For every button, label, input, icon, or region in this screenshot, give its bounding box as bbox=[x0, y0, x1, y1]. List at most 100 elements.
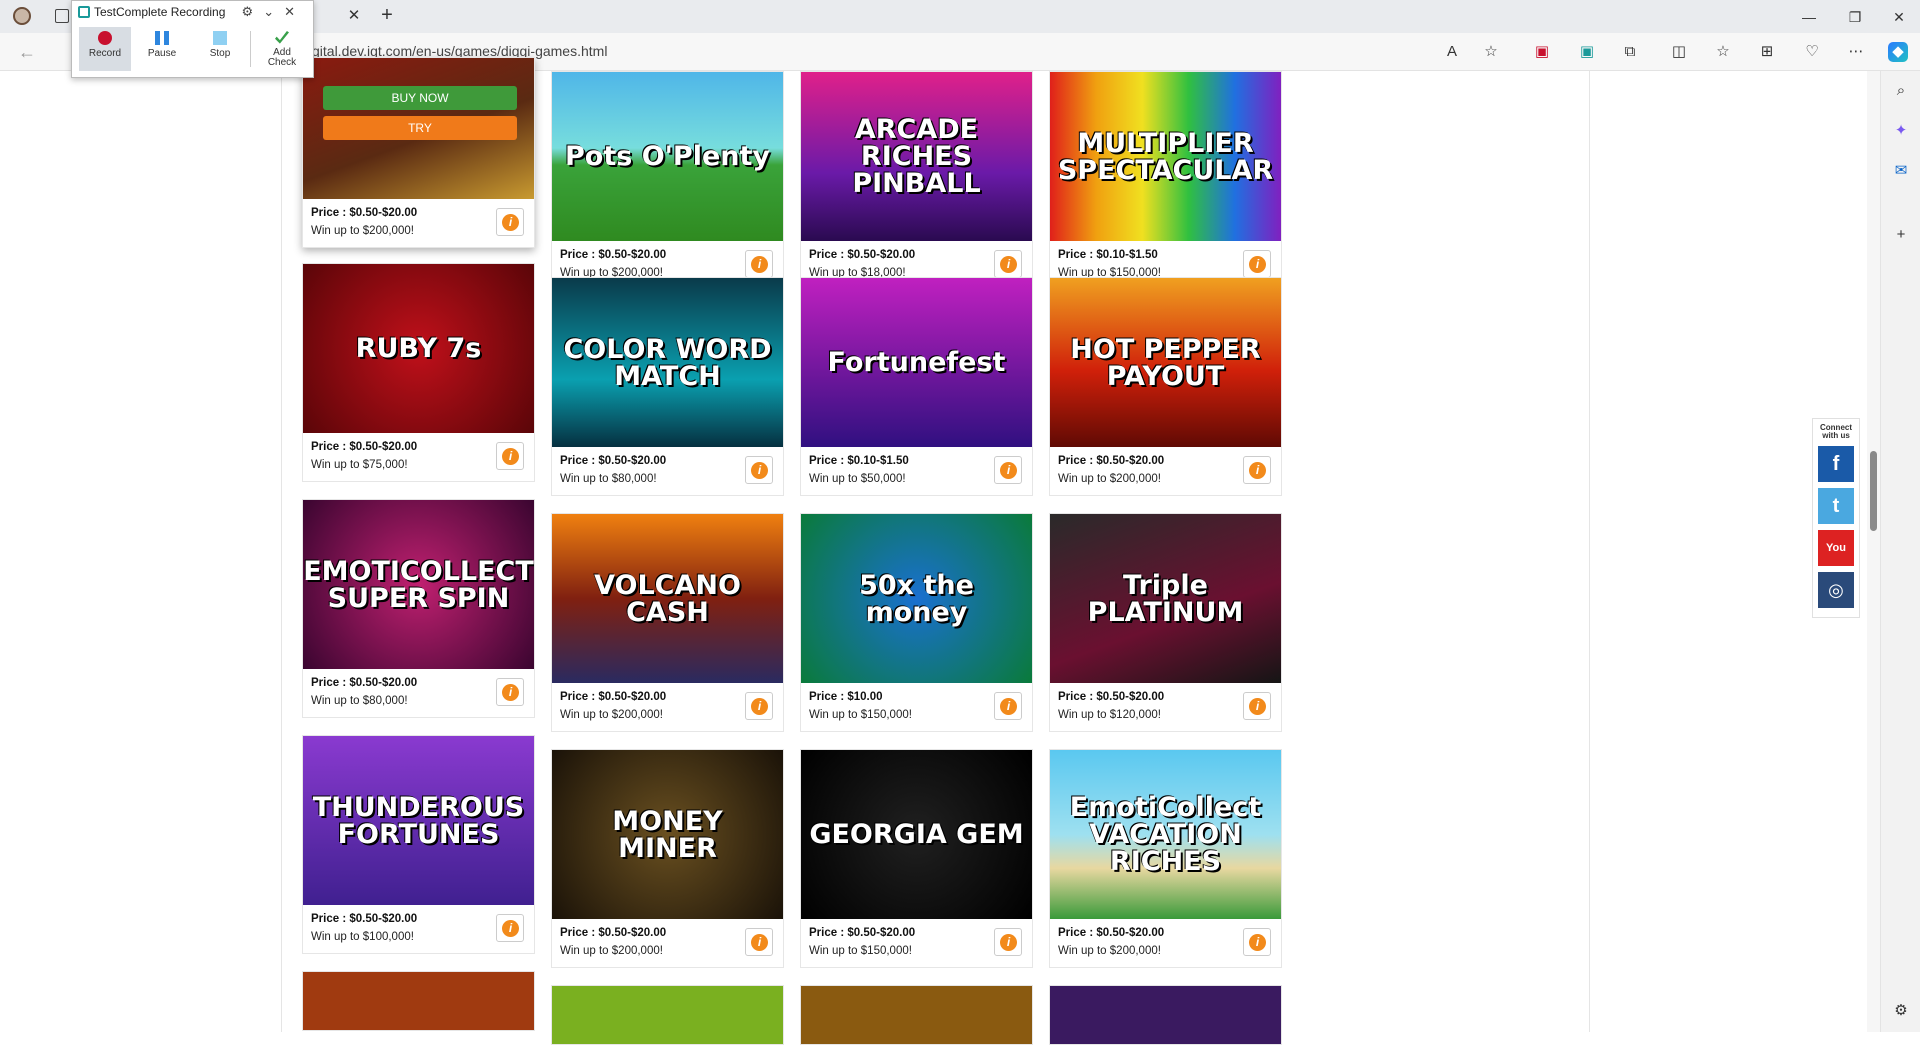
game-meta: Price : $0.50-$20.00 Win up to $75,000! bbox=[303, 433, 534, 481]
info-icon[interactable] bbox=[496, 678, 524, 706]
info-icon[interactable] bbox=[994, 928, 1022, 956]
info-icon[interactable] bbox=[496, 442, 524, 470]
game-card[interactable]: MULTIPLIER SPECTACULAR Price : $0.10-$1.5… bbox=[1049, 71, 1282, 290]
info-icon[interactable] bbox=[1243, 692, 1271, 720]
game-title: 50x the money bbox=[859, 569, 974, 628]
game-win-amount: Win up to $200,000! bbox=[560, 945, 663, 957]
scrollbar-thumb[interactable] bbox=[1870, 451, 1877, 531]
game-thumbnail[interactable]: COLOR WORD MATCH bbox=[552, 278, 783, 447]
chevron-down-icon[interactable]: ⌄ bbox=[263, 4, 284, 19]
game-card[interactable]: EmotiCollect VACATION RICHES Price : $0.5… bbox=[1049, 749, 1282, 968]
extensions-icon[interactable]: ⧉ bbox=[1620, 42, 1640, 62]
close-window-icon[interactable]: ✕ bbox=[1890, 8, 1908, 26]
add-check-button[interactable]: Add Check bbox=[256, 27, 308, 71]
game-card[interactable]: VOLCANO CASH Price : $0.50-$20.00 Win up t… bbox=[551, 513, 784, 732]
game-card[interactable]: Fortunefest Price : $0.10-$1.50 Win up to … bbox=[800, 277, 1033, 496]
game-card[interactable]: BUY NOW TRY Price : $0.50-$20.00 Win up to … bbox=[302, 57, 535, 248]
close-icon[interactable]: ✕ bbox=[284, 4, 305, 19]
game-title: THUNDEROUS FORTUNES bbox=[312, 791, 525, 850]
pause-button[interactable]: Pause bbox=[136, 27, 188, 71]
sidebar-search-icon[interactable]: ⌕ bbox=[1891, 81, 1911, 101]
game-meta: Price : $0.10-$1.50 Win up to $50,000! bbox=[801, 447, 1032, 495]
info-icon[interactable] bbox=[745, 250, 773, 278]
game-thumbnail[interactable]: HOT PEPPER PAYOUT bbox=[1050, 278, 1281, 447]
sidebar-add-icon[interactable]: + bbox=[1891, 225, 1911, 245]
twitter-icon[interactable]: t bbox=[1818, 488, 1854, 524]
sidebar-settings-icon[interactable]: ⚙ bbox=[1891, 1001, 1911, 1021]
game-card[interactable]: HOT PEPPER PAYOUT Price : $0.50-$20.00 Win… bbox=[1049, 277, 1282, 496]
sidebar-copilot-icon[interactable]: ✦ bbox=[1891, 121, 1911, 141]
game-thumbnail[interactable]: MONEY MINER bbox=[552, 750, 783, 919]
game-card[interactable]: GEORGIA GEM Price : $0.50-$20.00 Win up to… bbox=[800, 749, 1033, 968]
extension-red-icon[interactable]: ▣ bbox=[1532, 42, 1552, 62]
game-card[interactable]: COLOR WORD MATCH Price : $0.50-$20.00 Win … bbox=[551, 277, 784, 496]
info-icon[interactable] bbox=[1243, 928, 1271, 956]
game-card[interactable]: RUBY 7s Price : $0.50-$20.00 Win up to $75… bbox=[302, 263, 535, 482]
copilot-icon[interactable]: ◆ bbox=[1888, 42, 1908, 62]
stop-button[interactable]: Stop bbox=[194, 27, 246, 71]
facebook-icon[interactable]: f bbox=[1818, 446, 1854, 482]
stop-icon bbox=[213, 31, 227, 45]
game-thumbnail[interactable]: GEORGIA GEM bbox=[801, 750, 1032, 919]
game-thumbnail[interactable]: VOLCANO CASH bbox=[552, 514, 783, 683]
favorites-icon[interactable]: ☆ bbox=[1713, 42, 1733, 62]
workspaces-icon[interactable] bbox=[55, 9, 69, 23]
game-thumbnail[interactable]: EMOTICOLLECT SUPER SPIN bbox=[303, 500, 534, 669]
read-aloud-icon[interactable]: A bbox=[1442, 42, 1462, 62]
info-icon[interactable] bbox=[745, 456, 773, 484]
toolbar-window-controls[interactable]: ⚙⌄✕ bbox=[242, 4, 305, 20]
try-button[interactable]: TRY bbox=[323, 116, 517, 140]
game-card[interactable] bbox=[1049, 985, 1282, 1045]
game-thumbnail[interactable]: MULTIPLIER SPECTACULAR bbox=[1050, 72, 1281, 241]
game-card[interactable] bbox=[551, 985, 784, 1045]
buy-now-button[interactable]: BUY NOW bbox=[323, 86, 517, 110]
favorite-star-icon[interactable]: ☆ bbox=[1481, 42, 1501, 62]
info-icon[interactable] bbox=[496, 914, 524, 942]
game-thumbnail[interactable]: BUY NOW TRY bbox=[303, 58, 534, 199]
more-menu-icon[interactable]: ⋯ bbox=[1846, 42, 1866, 62]
back-icon[interactable]: ← bbox=[18, 42, 36, 63]
info-icon[interactable] bbox=[496, 208, 524, 236]
browser-essentials-icon[interactable]: ♡ bbox=[1802, 42, 1822, 62]
new-tab-icon[interactable]: + bbox=[376, 4, 398, 26]
restore-icon[interactable]: ❐ bbox=[1846, 8, 1864, 26]
game-card[interactable]: Pots O'Plenty Price : $0.50-$20.00 Win up … bbox=[551, 71, 784, 290]
info-icon[interactable] bbox=[745, 928, 773, 956]
game-thumbnail[interactable]: Pots O'Plenty bbox=[552, 72, 783, 241]
game-price: Price : $0.50-$20.00 bbox=[809, 927, 916, 939]
game-card[interactable]: Triple PLATINUM Price : $0.50-$20.00 Win u… bbox=[1049, 513, 1282, 732]
game-thumbnail[interactable]: ARCADE RICHES PINBALL bbox=[801, 72, 1032, 241]
game-thumbnail[interactable]: RUBY 7s bbox=[303, 264, 534, 433]
youtube-icon[interactable]: You bbox=[1818, 530, 1854, 566]
instagram-icon[interactable]: ◎ bbox=[1818, 572, 1854, 608]
minimize-icon[interactable]: — bbox=[1800, 8, 1818, 26]
close-tab-icon[interactable]: ✕ bbox=[345, 7, 363, 25]
game-card[interactable]: ARCADE RICHES PINBALL Price : $0.50-$20.0… bbox=[800, 71, 1033, 290]
game-card[interactable]: THUNDEROUS FORTUNES Price : $0.50-$20.00 W… bbox=[302, 735, 535, 954]
page-scrollbar[interactable] bbox=[1867, 71, 1880, 1032]
info-icon[interactable] bbox=[994, 250, 1022, 278]
game-thumbnail[interactable]: EmotiCollect VACATION RICHES bbox=[1050, 750, 1281, 919]
game-thumbnail[interactable]: THUNDEROUS FORTUNES bbox=[303, 736, 534, 905]
game-card[interactable]: EMOTICOLLECT SUPER SPIN Price : $0.50-$20… bbox=[302, 499, 535, 718]
profile-avatar[interactable] bbox=[13, 7, 31, 25]
info-icon[interactable] bbox=[745, 692, 773, 720]
collections-icon[interactable]: ⊞ bbox=[1757, 42, 1777, 62]
settings-icon[interactable]: ⚙ bbox=[242, 4, 264, 19]
sidebar-outlook-icon[interactable]: ✉ bbox=[1891, 161, 1911, 181]
game-thumbnail[interactable]: Triple PLATINUM bbox=[1050, 514, 1281, 683]
split-screen-icon[interactable]: ◫ bbox=[1669, 42, 1689, 62]
game-card[interactable]: MONEY MINER Price : $0.50-$20.00 Win up to… bbox=[551, 749, 784, 968]
game-card[interactable]: 50x the money Price : $10.00 Win up to $15… bbox=[800, 513, 1033, 732]
info-icon[interactable] bbox=[1243, 456, 1271, 484]
game-thumbnail[interactable]: Fortunefest bbox=[801, 278, 1032, 447]
info-icon[interactable] bbox=[994, 692, 1022, 720]
record-button[interactable]: Record bbox=[79, 27, 131, 71]
game-card[interactable] bbox=[302, 971, 535, 1031]
game-thumbnail[interactable]: 50x the money bbox=[801, 514, 1032, 683]
game-meta: Price : $0.50-$20.00 Win up to $200,000! bbox=[552, 683, 783, 731]
info-icon[interactable] bbox=[1243, 250, 1271, 278]
testcomplete-extension-icon[interactable]: ▣ bbox=[1577, 42, 1597, 62]
info-icon[interactable] bbox=[994, 456, 1022, 484]
game-card[interactable] bbox=[800, 985, 1033, 1045]
